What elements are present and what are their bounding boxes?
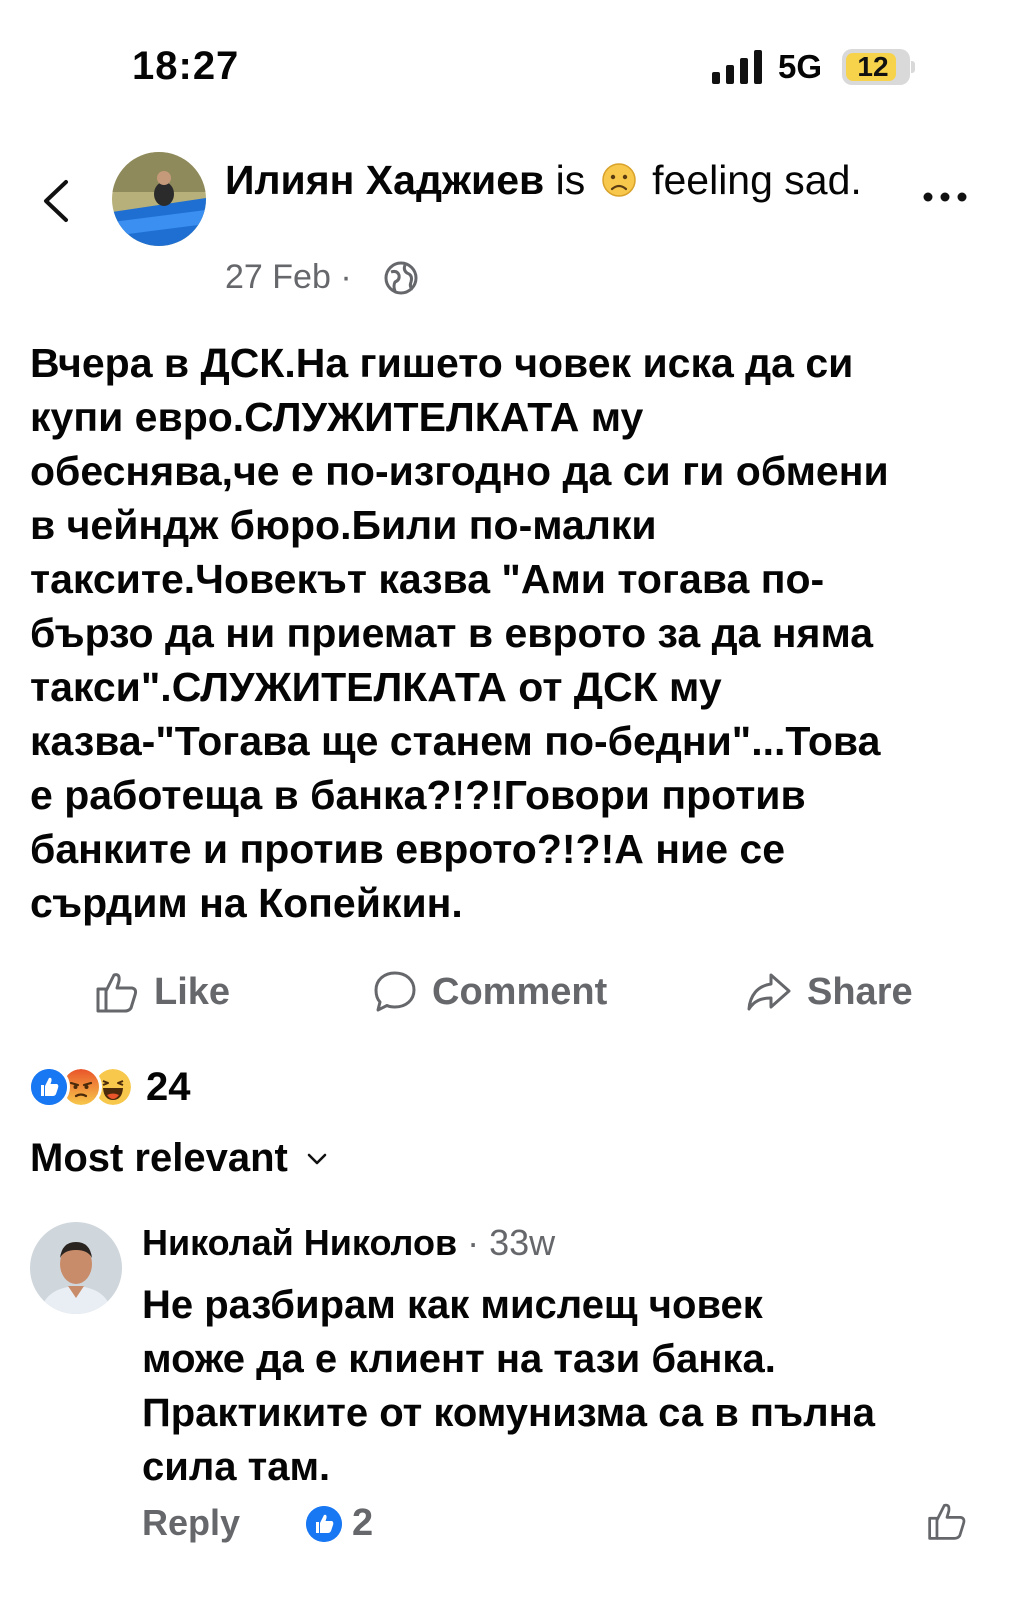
- comment-label: Comment: [432, 970, 608, 1013]
- comment-like-count: 2: [352, 1502, 374, 1544]
- share-icon: [747, 973, 791, 1011]
- like-reaction-icon: [28, 1066, 70, 1108]
- sad-face-icon: [601, 163, 636, 197]
- like-label: Like: [154, 970, 231, 1013]
- globe-icon: [384, 261, 418, 295]
- commenter-avatar[interactable]: [30, 1222, 122, 1314]
- share-label: Share: [807, 970, 913, 1013]
- comment-sort-dropdown[interactable]: Most relevant: [30, 1136, 328, 1181]
- post-meta: 27 Feb ·: [225, 258, 352, 297]
- battery-level: 12: [857, 51, 889, 82]
- battery-tip: [911, 61, 915, 73]
- post-header-line: Илиян Хаджиев is feeling sad.: [225, 152, 905, 208]
- signal-icon: [712, 50, 762, 84]
- more-options-icon[interactable]: [920, 182, 970, 212]
- status-time: 18:27: [132, 44, 240, 88]
- like-icon[interactable]: [926, 1500, 968, 1542]
- post-date[interactable]: 27 Feb: [225, 258, 331, 296]
- reply-button[interactable]: Reply: [142, 1502, 240, 1544]
- comment-header: Николай Николов · 33w: [142, 1222, 555, 1264]
- meta-separator: ·: [340, 258, 352, 296]
- share-button[interactable]: Share: [745, 962, 913, 1022]
- commenter-name[interactable]: Николай Николов: [142, 1222, 457, 1263]
- feeling-label: feeling sad.: [652, 157, 862, 203]
- back-arrow-icon[interactable]: [38, 178, 74, 224]
- battery-icon: 12: [842, 49, 910, 85]
- like-reaction-icon: [306, 1506, 342, 1542]
- sort-label: Most relevant: [30, 1136, 288, 1180]
- author-avatar[interactable]: [112, 152, 206, 246]
- network-label: 5G: [778, 48, 823, 85]
- like-icon: [96, 973, 138, 1013]
- reactions-summary[interactable]: 24: [28, 1062, 191, 1112]
- reaction-count: 24: [146, 1064, 191, 1109]
- author-name[interactable]: Илиян Хаджиев: [225, 157, 544, 203]
- comment-button[interactable]: Comment: [372, 962, 607, 1022]
- chevron-down-icon: [307, 1153, 327, 1164]
- is-label: is: [555, 157, 586, 203]
- comment-time[interactable]: 33w: [489, 1222, 555, 1263]
- comment-separator: ·: [467, 1222, 480, 1263]
- post-text: Вчера в ДСК.На гишето човек иска да си к…: [30, 340, 889, 926]
- like-button[interactable]: Like: [94, 962, 230, 1022]
- comment-icon: [374, 971, 416, 1012]
- comment-text: Не разбирам как мислещ човек може да е к…: [142, 1283, 876, 1489]
